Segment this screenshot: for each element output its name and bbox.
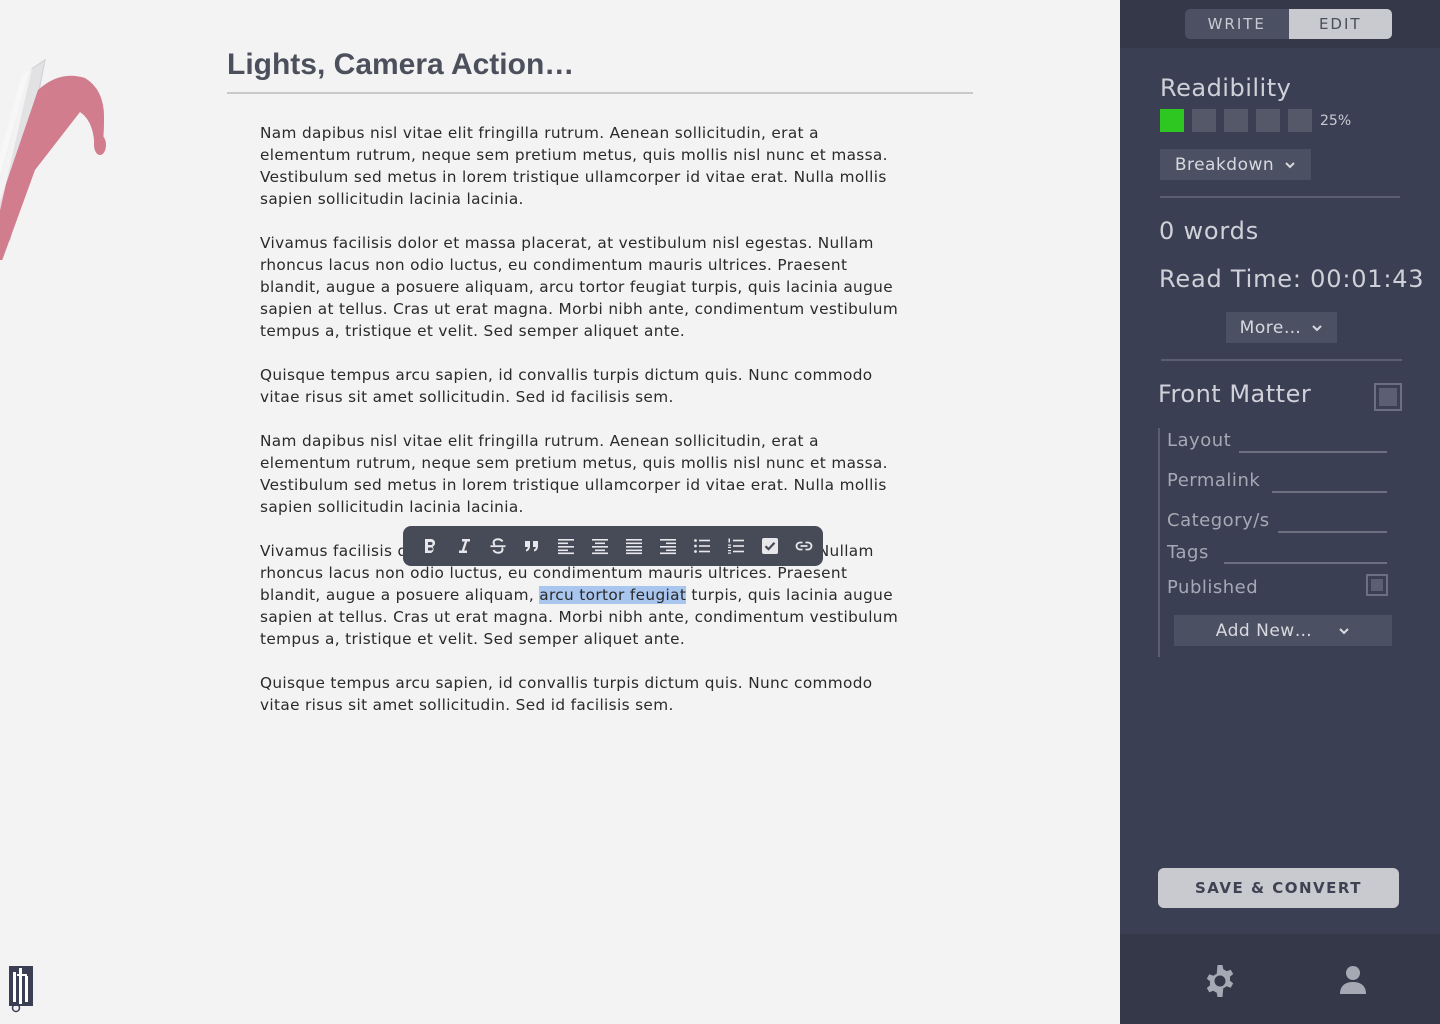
paint-drip-decoration [0,58,106,260]
document-title[interactable]: Lights, Camera Action… [227,48,973,94]
divider [1161,359,1402,361]
word-count: 0 words [1159,217,1259,245]
align-center-icon [592,539,608,555]
strikethrough-icon [490,538,506,554]
permalink-field[interactable] [1272,491,1387,493]
bold-button[interactable] [413,526,447,566]
align-right-icon [660,539,676,555]
category-label: Category/s [1167,510,1270,531]
paragraph[interactable]: Nam dapibus nisl vitae elit fringilla ru… [260,122,910,210]
checkbox-button[interactable] [753,526,787,566]
sidebar: WRITE EDIT Readibility 25% Breakdown 0 w… [1120,0,1440,1024]
add-new-dropdown[interactable]: Add New… [1174,615,1392,646]
tags-field[interactable] [1224,562,1387,564]
tags-label: Tags [1167,542,1209,563]
link-button[interactable] [787,526,821,566]
edit-mode-tab[interactable]: EDIT [1288,9,1392,39]
document-body[interactable]: Nam dapibus nisl vitae elit fringilla ru… [260,122,910,738]
readability-heading: Readibility [1160,74,1292,102]
strikethrough-button[interactable] [481,526,515,566]
breakdown-dropdown[interactable]: Breakdown [1160,149,1311,180]
app-logo [9,966,33,1013]
front-matter-heading: Front Matter [1158,380,1312,408]
align-justify-icon [626,539,642,555]
mode-toggle: WRITE EDIT [1185,9,1392,39]
more-label: More… [1239,317,1302,338]
link-icon [795,541,813,551]
readability-bar [1192,109,1216,132]
breakdown-label: Breakdown [1174,154,1275,175]
numbered-list-icon [728,538,744,554]
align-center-button[interactable] [583,526,617,566]
save-convert-button[interactable]: SAVE & CONVERT [1158,868,1399,908]
align-right-button[interactable] [651,526,685,566]
editor-area: Lights, Camera Action… Nam dapibus nisl … [0,0,1120,1024]
italic-button[interactable] [447,526,481,566]
readability-percent: 25% [1320,112,1352,129]
published-checkbox[interactable] [1366,574,1388,596]
bold-icon [425,538,436,553]
category-field[interactable] [1278,531,1387,533]
sidebar-header: WRITE EDIT [1120,0,1440,48]
permalink-label: Permalink [1167,470,1261,491]
gear-icon[interactable] [1202,963,1238,999]
formatting-toolbar [403,526,823,566]
read-time: Read Time: 00:01:43 [1159,265,1425,293]
quote-button[interactable] [515,526,549,566]
align-left-button[interactable] [549,526,583,566]
readability-meter: 25% [1160,109,1351,132]
align-left-icon [558,539,574,555]
front-matter-rule [1158,428,1160,657]
paragraph[interactable]: Vivamus facilisis dolor et massa placera… [260,232,910,342]
chevron-down-icon [1312,324,1323,331]
chevron-down-icon [1285,161,1295,168]
published-label: Published [1167,577,1259,598]
numbered-list-button[interactable] [719,526,753,566]
divider [1160,196,1400,198]
readability-bar [1224,109,1248,132]
user-icon[interactable] [1339,965,1367,995]
front-matter-toggle-checkbox[interactable] [1374,383,1402,411]
readability-bar [1256,109,1280,132]
selected-text[interactable]: arcu tortor feugiat [539,586,687,604]
paragraph[interactable]: Quisque tempus arcu sapien, id convallis… [260,672,910,716]
checkbox-icon [762,538,778,554]
bullet-list-button[interactable] [685,526,719,566]
paragraph[interactable]: Quisque tempus arcu sapien, id convallis… [260,364,910,408]
quote-icon [525,541,538,552]
italic-icon [459,539,470,553]
more-dropdown[interactable]: More… [1226,312,1337,343]
bullet-list-icon [694,539,710,553]
chevron-down-icon [1339,627,1349,634]
layout-label: Layout [1167,430,1232,451]
layout-field[interactable] [1239,451,1387,453]
add-new-label: Add New… [1215,620,1313,641]
readability-bar [1288,109,1312,132]
sidebar-footer [1120,934,1440,1024]
align-justify-button[interactable] [617,526,651,566]
write-mode-tab[interactable]: WRITE [1185,9,1289,39]
paragraph[interactable]: Nam dapibus nisl vitae elit fringilla ru… [260,430,910,518]
readability-bar [1160,109,1184,132]
